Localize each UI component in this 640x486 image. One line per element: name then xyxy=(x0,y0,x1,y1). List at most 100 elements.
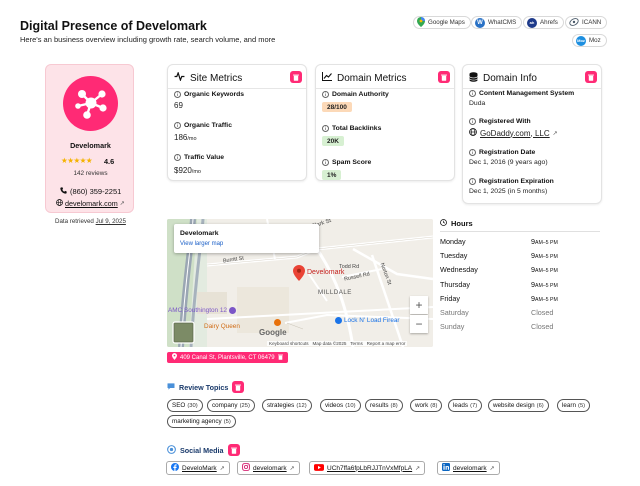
map-data-credit: Map data ©2025 xyxy=(312,341,347,346)
registrar-link[interactable]: GoDaddy.com, LLC ↗ xyxy=(469,128,558,138)
source-label: ICANN xyxy=(582,19,602,26)
topic-label: results xyxy=(370,402,389,409)
hours-time: Closed xyxy=(531,322,554,332)
map-place-card: Develomark View larger map xyxy=(174,224,319,253)
poi-icon xyxy=(335,317,342,324)
info-icon[interactable]: i xyxy=(174,122,181,129)
hours-time: 9AM–5 PM xyxy=(531,251,558,261)
external-link-icon: ↗ xyxy=(415,465,421,472)
social-link-youtube[interactable]: UCh7ffa6fpLbRJJTnVxMfpLA ↗ xyxy=(309,461,426,475)
embedded-map[interactable]: Clark St Burritt St Todd Rd Russell Rd N… xyxy=(167,219,433,347)
poi-lock-n-load[interactable]: Lock N' Load Firear xyxy=(335,317,400,324)
trash-icon xyxy=(588,74,594,81)
social-link-facebook[interactable]: DeveloMark ↗ xyxy=(166,461,230,475)
registration-expiration-value: Dec 1, 2025 (in 5 months) xyxy=(469,188,548,195)
domain-metrics-header: Domain Metrics xyxy=(322,72,406,84)
organic-traffic-label: i Organic Traffic xyxy=(174,122,232,129)
review-topic-chip[interactable]: leads (7) xyxy=(448,399,483,412)
info-icon[interactable]: i xyxy=(469,90,476,97)
divider xyxy=(463,88,601,89)
external-link-icon: ↗ xyxy=(119,201,125,207)
zoom-in-button[interactable]: + xyxy=(410,296,428,314)
site-metrics-header: Site Metrics xyxy=(174,71,243,84)
source-google-maps[interactable]: Google Maps xyxy=(413,16,471,29)
divider xyxy=(168,88,306,89)
website-link[interactable]: develomark.com ↗ xyxy=(56,199,125,208)
info-icon[interactable]: i xyxy=(322,125,329,132)
review-topic-chip[interactable]: company (25) xyxy=(207,399,255,412)
source-whatcms[interactable]: W WhatCMS xyxy=(471,16,523,29)
hours-day: Thursday xyxy=(440,279,470,289)
keyboard-shortcuts-link[interactable]: Keyboard shortcuts xyxy=(269,341,309,346)
zoom-out-button[interactable]: − xyxy=(410,315,428,333)
info-icon[interactable]: i xyxy=(322,91,329,98)
review-topic-chip[interactable]: videos (10) xyxy=(320,399,361,412)
source-icann[interactable]: ICANN xyxy=(565,16,608,29)
review-topic-chip[interactable]: marketing agency (5) xyxy=(167,415,236,428)
map-footer: Keyboard shortcuts Map data ©2025 Terms … xyxy=(267,341,408,346)
review-topics-header: Review Topics xyxy=(167,381,245,393)
external-link-icon: ↗ xyxy=(289,465,295,472)
info-icon[interactable]: i xyxy=(174,91,181,98)
review-topic-chip[interactable]: SEO (30) xyxy=(167,399,203,412)
network-logo-icon xyxy=(75,90,107,119)
topic-label: leads xyxy=(453,402,469,409)
delete-button[interactable] xyxy=(227,444,240,456)
poi-amc[interactable]: AMC Southington 12 xyxy=(168,307,236,314)
delete-button[interactable] xyxy=(290,71,302,83)
review-topic-chip[interactable]: strategies (12) xyxy=(262,399,312,412)
review-topic-chip[interactable]: work (8) xyxy=(410,399,443,412)
topic-count: (5) xyxy=(578,402,586,409)
delete-button[interactable] xyxy=(585,71,597,83)
trash-icon xyxy=(277,354,283,362)
review-count: 142 reviews xyxy=(73,170,108,177)
social-handle: develomark xyxy=(453,464,487,472)
domain-authority-label: i Domain Authority xyxy=(322,91,389,98)
hours-day: Sunday xyxy=(440,322,465,332)
phone-number: (860) 359-2251 xyxy=(70,187,122,196)
chat-bubble-icon xyxy=(167,382,175,392)
social-link-linkedin[interactable]: develomark ↗ xyxy=(437,461,500,475)
delete-button[interactable] xyxy=(232,381,245,393)
map-pin-label: Develomark xyxy=(307,269,345,276)
poi-dairy-queen[interactable]: Dairy Queen xyxy=(204,323,240,330)
view-larger-map-link[interactable]: View larger map xyxy=(180,241,223,247)
business-profile-card: Develomark ★★★★★ 4.6 142 reviews (860) 3… xyxy=(45,64,134,213)
topic-label: company xyxy=(212,402,238,409)
topic-count: (5) xyxy=(223,418,231,425)
review-topic-chip[interactable]: results (8) xyxy=(365,399,403,412)
registration-expiration-label: i Registration Expiration xyxy=(469,178,554,185)
social-link-instagram[interactable]: develomark ↗ xyxy=(237,461,300,475)
spam-score-label: i Spam Score xyxy=(322,159,371,166)
hours-time: 9AM–5 PM xyxy=(531,293,558,303)
divider xyxy=(316,88,454,89)
retrieved-date[interactable]: Jul 9, 2025 xyxy=(96,218,126,225)
info-icon[interactable]: i xyxy=(469,178,476,185)
review-topic-chip[interactable]: website design (6) xyxy=(488,399,549,412)
info-icon[interactable]: i xyxy=(469,118,476,125)
info-icon[interactable]: i xyxy=(174,154,181,161)
page-title: Digital Presence of Develomark xyxy=(20,19,207,33)
report-map-error-link[interactable]: Report a map error xyxy=(367,341,406,346)
business-logo xyxy=(63,76,118,131)
card-title: Site Metrics xyxy=(190,72,243,84)
business-name: Develomark xyxy=(70,141,111,150)
delete-button[interactable] xyxy=(438,71,450,83)
registration-date-value: Dec 1, 2016 (9 years ago) xyxy=(469,159,548,166)
location-pin-icon[interactable] xyxy=(293,265,305,286)
terms-link[interactable]: Terms xyxy=(350,341,363,346)
topic-label: videos xyxy=(325,402,344,409)
source-moz[interactable]: Moz Moz xyxy=(572,34,607,47)
hours-day: Wednesday xyxy=(440,265,478,275)
address-button[interactable]: 409 Canal St, Plantsville, CT 06479 xyxy=(167,352,288,363)
info-icon[interactable]: i xyxy=(322,159,329,166)
info-icon[interactable]: i xyxy=(469,149,476,156)
topic-count: (8) xyxy=(390,402,398,409)
activity-icon xyxy=(174,71,185,84)
external-link-icon: ↗ xyxy=(489,465,495,472)
registration-date-label: i Registration Date xyxy=(469,149,535,156)
phone-link[interactable]: (860) 359-2251 xyxy=(60,187,121,196)
domain-info-card: Domain Info i Content Management System … xyxy=(462,64,602,204)
review-topic-chip[interactable]: learn (5) xyxy=(557,399,591,412)
source-ahrefs[interactable]: ah Ahrefs xyxy=(523,16,564,29)
